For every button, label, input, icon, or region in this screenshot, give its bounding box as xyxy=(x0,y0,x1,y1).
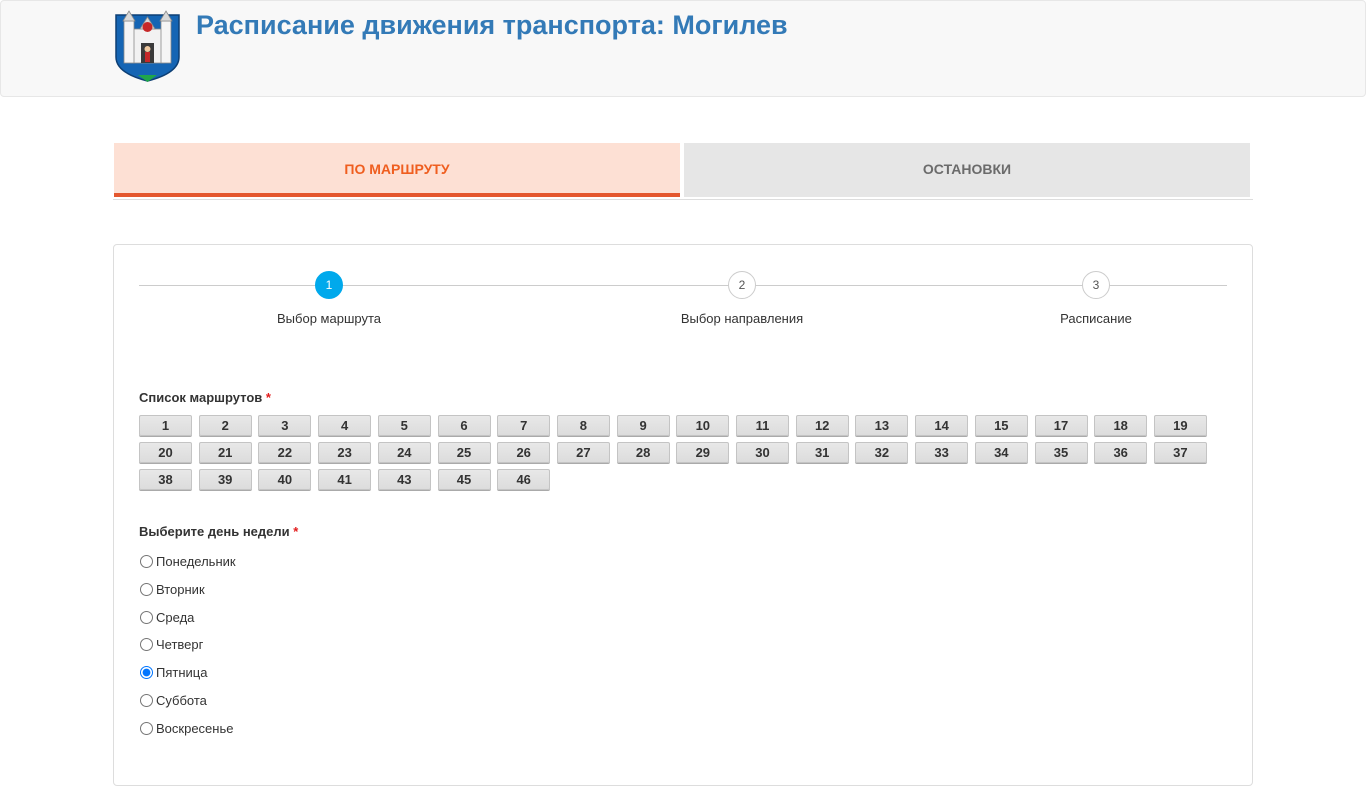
steps-progress-line xyxy=(139,285,1227,286)
weekday-label: Среда xyxy=(156,610,195,625)
weekday-option[interactable]: Воскресенье xyxy=(139,721,233,736)
route-button[interactable]: 12 xyxy=(795,415,849,436)
weekday-label: Вторник xyxy=(156,582,205,597)
route-button[interactable]: 9 xyxy=(616,415,670,436)
weekday-radio[interactable] xyxy=(140,555,153,568)
step-3-label: Расписание xyxy=(1060,311,1132,326)
required-marker: * xyxy=(265,390,271,405)
weekday-option[interactable]: Четверг xyxy=(139,637,203,652)
route-button[interactable]: 10 xyxy=(676,415,730,436)
schedule-wizard-panel: 1 Выбор маршрута 2 Выбор направления 3 Р… xyxy=(113,244,1253,786)
route-button[interactable]: 7 xyxy=(497,415,551,436)
route-button[interactable]: 2 xyxy=(198,415,252,436)
step-2-label: Выбор направления xyxy=(680,311,804,326)
weekday-option[interactable]: Среда xyxy=(139,610,194,625)
route-button[interactable]: 27 xyxy=(556,442,610,463)
route-button[interactable]: 6 xyxy=(437,415,491,436)
route-button[interactable]: 23 xyxy=(318,442,372,463)
route-button[interactable]: 41 xyxy=(318,469,372,490)
route-button[interactable]: 38 xyxy=(139,469,192,490)
weekday-option[interactable]: Суббота xyxy=(139,693,207,708)
weekday-radio[interactable] xyxy=(140,722,153,735)
tab-by-route[interactable]: ПО МАРШРУТУ xyxy=(114,143,680,197)
route-button[interactable]: 40 xyxy=(258,469,312,490)
route-button[interactable]: 1 xyxy=(139,415,192,436)
routes-heading-text: Список маршрутов xyxy=(139,390,263,405)
route-button[interactable]: 3 xyxy=(258,415,312,436)
route-button[interactable]: 29 xyxy=(676,442,730,463)
route-button[interactable]: 14 xyxy=(915,415,969,436)
required-marker: * xyxy=(293,524,299,539)
weekday-radio[interactable] xyxy=(140,666,153,679)
route-button[interactable]: 11 xyxy=(736,415,789,436)
step-1-label: Выбор маршрута xyxy=(277,311,381,326)
weekday-heading: Выберите день недели * xyxy=(139,524,298,539)
weekday-radio[interactable] xyxy=(140,638,153,651)
mode-tabs: ПО МАРШРУТУ ОСТАНОВКИ xyxy=(113,143,1253,200)
route-button[interactable]: 17 xyxy=(1034,415,1088,436)
route-button[interactable]: 32 xyxy=(855,442,909,463)
step-3-indicator[interactable]: 3 xyxy=(1082,271,1110,299)
weekday-radio[interactable] xyxy=(140,611,153,624)
route-button[interactable]: 35 xyxy=(1034,442,1088,463)
route-button[interactable]: 37 xyxy=(1153,442,1207,463)
route-button[interactable]: 45 xyxy=(437,469,491,490)
page-title: Расписание движения транспорта: Могилев xyxy=(196,10,788,40)
route-button[interactable]: 36 xyxy=(1094,442,1148,463)
route-button[interactable]: 20 xyxy=(139,442,192,463)
weekday-option[interactable]: Понедельник xyxy=(139,554,236,569)
weekday-label: Суббота xyxy=(156,693,207,708)
weekday-heading-text: Выберите день недели xyxy=(139,524,290,539)
route-button[interactable]: 15 xyxy=(974,415,1028,436)
route-button[interactable]: 4 xyxy=(318,415,372,436)
step-1-indicator[interactable]: 1 xyxy=(315,271,343,299)
route-button[interactable]: 18 xyxy=(1094,415,1148,436)
weekday-label: Понедельник xyxy=(156,554,236,569)
weekday-radio[interactable] xyxy=(140,583,153,596)
tab-stops[interactable]: ОСТАНОВКИ xyxy=(684,143,1250,197)
weekday-label: Четверг xyxy=(156,637,204,652)
route-button[interactable]: 8 xyxy=(556,415,610,436)
route-button[interactable]: 25 xyxy=(437,442,491,463)
route-button[interactable]: 30 xyxy=(736,442,789,463)
weekday-option[interactable]: Пятница xyxy=(139,665,207,680)
weekday-radio[interactable] xyxy=(140,694,153,707)
route-button[interactable]: 46 xyxy=(497,469,551,490)
route-button[interactable]: 31 xyxy=(795,442,849,463)
route-button[interactable]: 39 xyxy=(198,469,252,490)
route-button[interactable]: 22 xyxy=(258,442,312,463)
weekday-label: Воскресенье xyxy=(156,721,234,736)
route-button[interactable]: 28 xyxy=(616,442,670,463)
route-button[interactable]: 5 xyxy=(377,415,431,436)
weekday-option[interactable]: Вторник xyxy=(139,582,205,597)
mogilev-coat-of-arms-logo[interactable] xyxy=(114,7,181,82)
routes-heading: Список маршрутов * xyxy=(139,390,271,405)
header-bar: Расписание движения транспорта: Могилев xyxy=(0,0,1366,97)
step-2-indicator[interactable]: 2 xyxy=(728,271,756,299)
route-button[interactable]: 34 xyxy=(974,442,1028,463)
route-button[interactable]: 21 xyxy=(198,442,252,463)
route-button[interactable]: 33 xyxy=(915,442,969,463)
route-button[interactable]: 13 xyxy=(855,415,909,436)
route-button[interactable]: 19 xyxy=(1153,415,1207,436)
route-button[interactable]: 26 xyxy=(497,442,551,463)
route-button[interactable]: 43 xyxy=(377,469,431,490)
route-button[interactable]: 24 xyxy=(377,442,431,463)
weekday-label: Пятница xyxy=(156,665,208,680)
